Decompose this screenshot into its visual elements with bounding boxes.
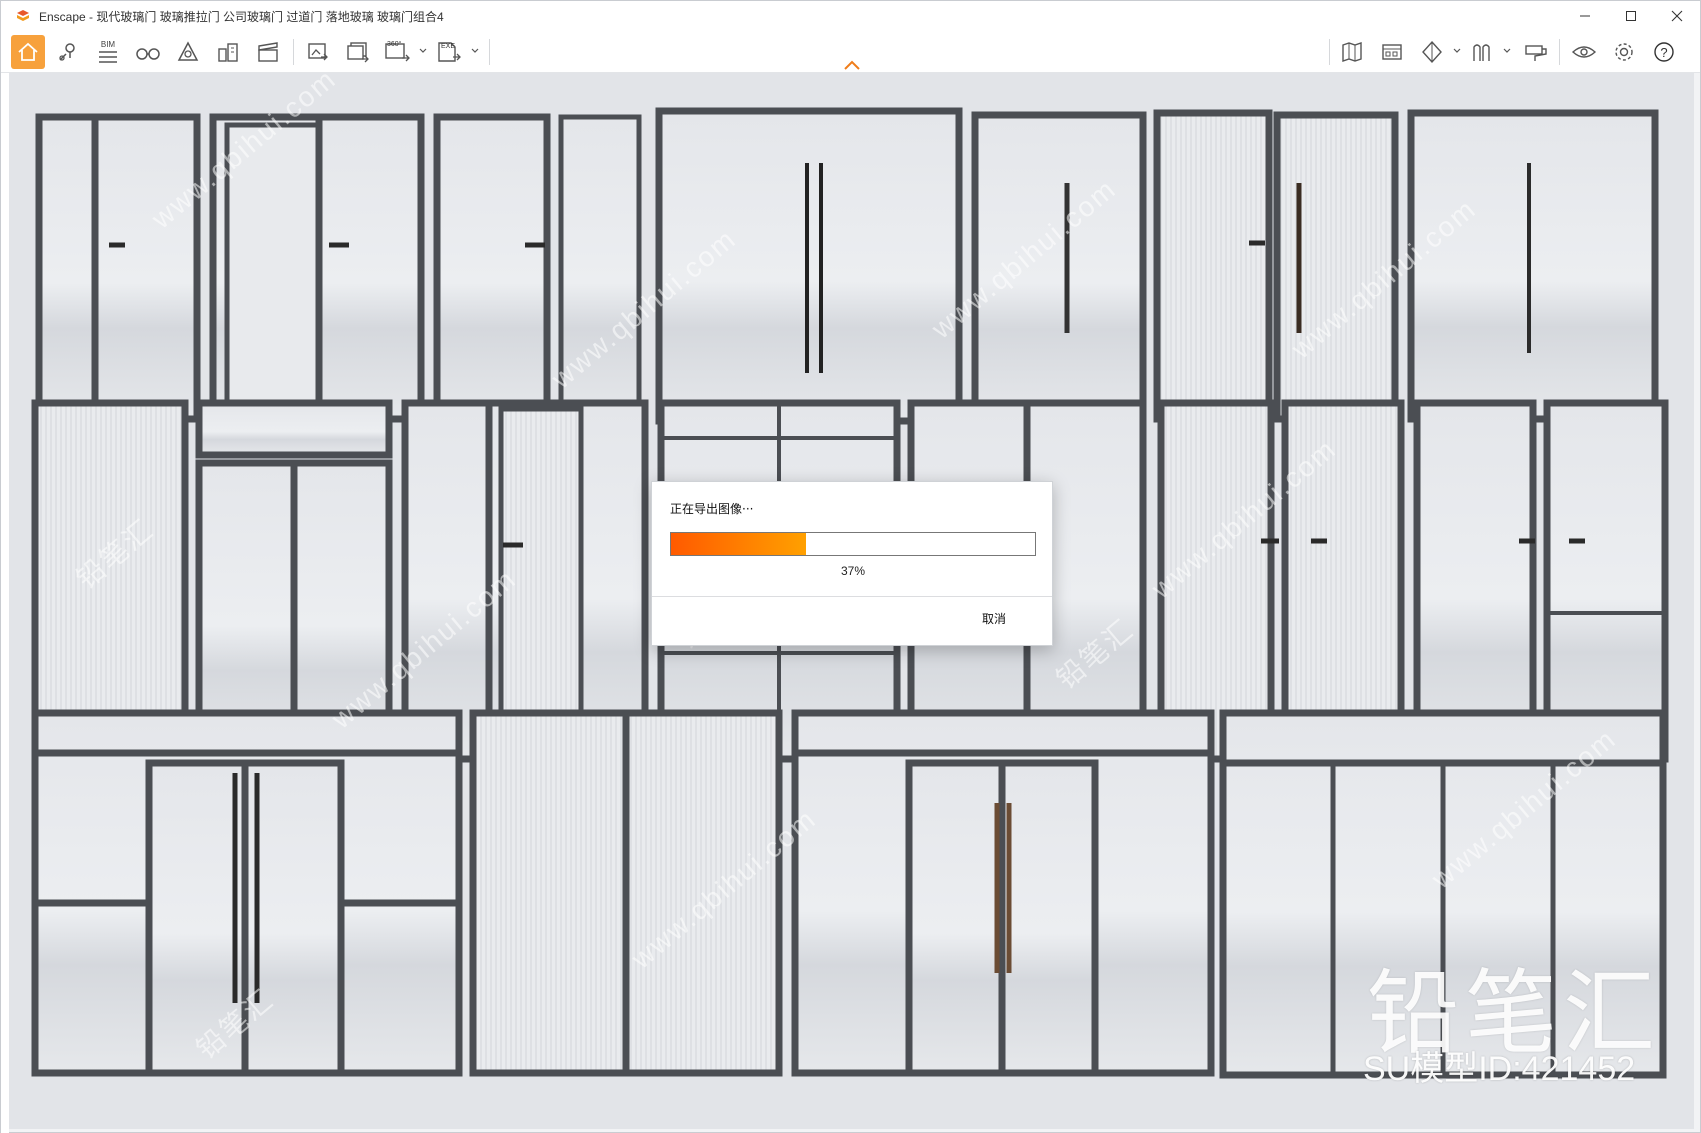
cube-view-button[interactable] <box>1415 35 1449 69</box>
bim-button[interactable]: BIM <box>91 35 125 69</box>
asset-library-icon <box>1382 44 1402 60</box>
toolbar-separator <box>1329 39 1330 65</box>
chevron-down-icon <box>471 48 479 53</box>
close-button[interactable] <box>1654 1 1700 31</box>
cancel-button[interactable]: 取消 <box>982 610 1006 627</box>
video-editor-button[interactable] <box>251 35 285 69</box>
site-context-button[interactable] <box>211 35 245 69</box>
binoculars-icon <box>136 48 160 60</box>
help-label: ? <box>1660 44 1668 60</box>
export-exe-badge: EXE <box>441 43 456 50</box>
toolbar-separator <box>1559 39 1560 65</box>
title-bar: Enscape - 现代玻璃门 玻璃推拉门 公司玻璃门 过道门 落地玻璃 玻璃门… <box>1 1 1700 31</box>
bim-list-icon <box>99 50 117 63</box>
chevron-down-icon <box>419 48 427 53</box>
chevron-up-icon <box>844 60 860 70</box>
left-edge-strip <box>1 73 9 1133</box>
clapperboard-icon <box>258 42 278 62</box>
help-button[interactable]: ? <box>1647 35 1681 69</box>
map-button[interactable] <box>1335 35 1369 69</box>
dialog-title: 正在导出图像··· <box>670 502 754 516</box>
close-icon <box>1671 10 1683 22</box>
minimize-icon <box>1580 15 1590 17</box>
sections-button[interactable] <box>1465 35 1499 69</box>
perspective-button[interactable] <box>171 35 205 69</box>
sections-dropdown[interactable] <box>1503 47 1511 55</box>
buildings-icon <box>218 43 238 62</box>
location-button[interactable] <box>51 35 85 69</box>
bim-label: BIM <box>100 39 116 49</box>
window-controls <box>1562 1 1700 31</box>
export-exe-dropdown[interactable] <box>471 47 479 55</box>
home-icon <box>18 42 38 61</box>
settings-button[interactable] <box>1607 35 1641 69</box>
batch-render-icon <box>347 42 369 63</box>
chevron-down-icon <box>1453 48 1461 53</box>
material-icon <box>1525 45 1547 61</box>
material-button[interactable] <box>1519 35 1553 69</box>
dialog-divider <box>652 596 1052 597</box>
settings-icon <box>1615 43 1633 61</box>
export-360-badge: 360° <box>387 41 402 48</box>
export-360-dropdown[interactable] <box>419 47 427 55</box>
minimize-button[interactable] <box>1562 1 1608 31</box>
progress-percent: 37% <box>840 564 866 578</box>
progress-fill <box>671 533 806 555</box>
toolbar-separator <box>293 39 294 65</box>
walk-mode-button[interactable] <box>131 35 165 69</box>
export-progress-dialog: 正在导出图像··· 37% 取消 <box>651 481 1053 646</box>
asset-library-button[interactable] <box>1375 35 1409 69</box>
perspective-icon <box>177 41 199 61</box>
enscape-window: Enscape - 现代玻璃门 玻璃推拉门 公司玻璃门 过道门 落地玻璃 玻璃门… <box>0 0 1701 1133</box>
location-pin-icon <box>59 43 75 61</box>
collapse-toolbar-button[interactable] <box>843 56 861 70</box>
sections-icon <box>1473 44 1490 61</box>
maximize-button[interactable] <box>1608 1 1654 31</box>
window-title: Enscape - 现代玻璃门 玻璃推拉门 公司玻璃门 过道门 落地玻璃 玻璃门… <box>39 9 444 24</box>
toolbar-separator <box>489 39 490 65</box>
home-button[interactable] <box>11 35 45 69</box>
cube-view-dropdown[interactable] <box>1453 47 1461 55</box>
visual-settings-button[interactable] <box>1567 35 1601 69</box>
render-image-button[interactable] <box>301 35 335 69</box>
enscape-logo-icon <box>15 8 31 24</box>
maximize-icon <box>1626 11 1636 21</box>
chevron-down-icon <box>1503 48 1511 53</box>
map-icon <box>1342 42 1362 62</box>
batch-render-button[interactable] <box>341 35 375 69</box>
render-image-icon <box>308 43 328 61</box>
export-progress-bar <box>670 532 1036 556</box>
cube-view-icon <box>1422 40 1442 64</box>
model-id-watermark: SU模型ID:421452 <box>1363 1050 1636 1088</box>
visual-settings-icon <box>1571 46 1597 58</box>
export-exe-button[interactable] <box>433 35 467 69</box>
